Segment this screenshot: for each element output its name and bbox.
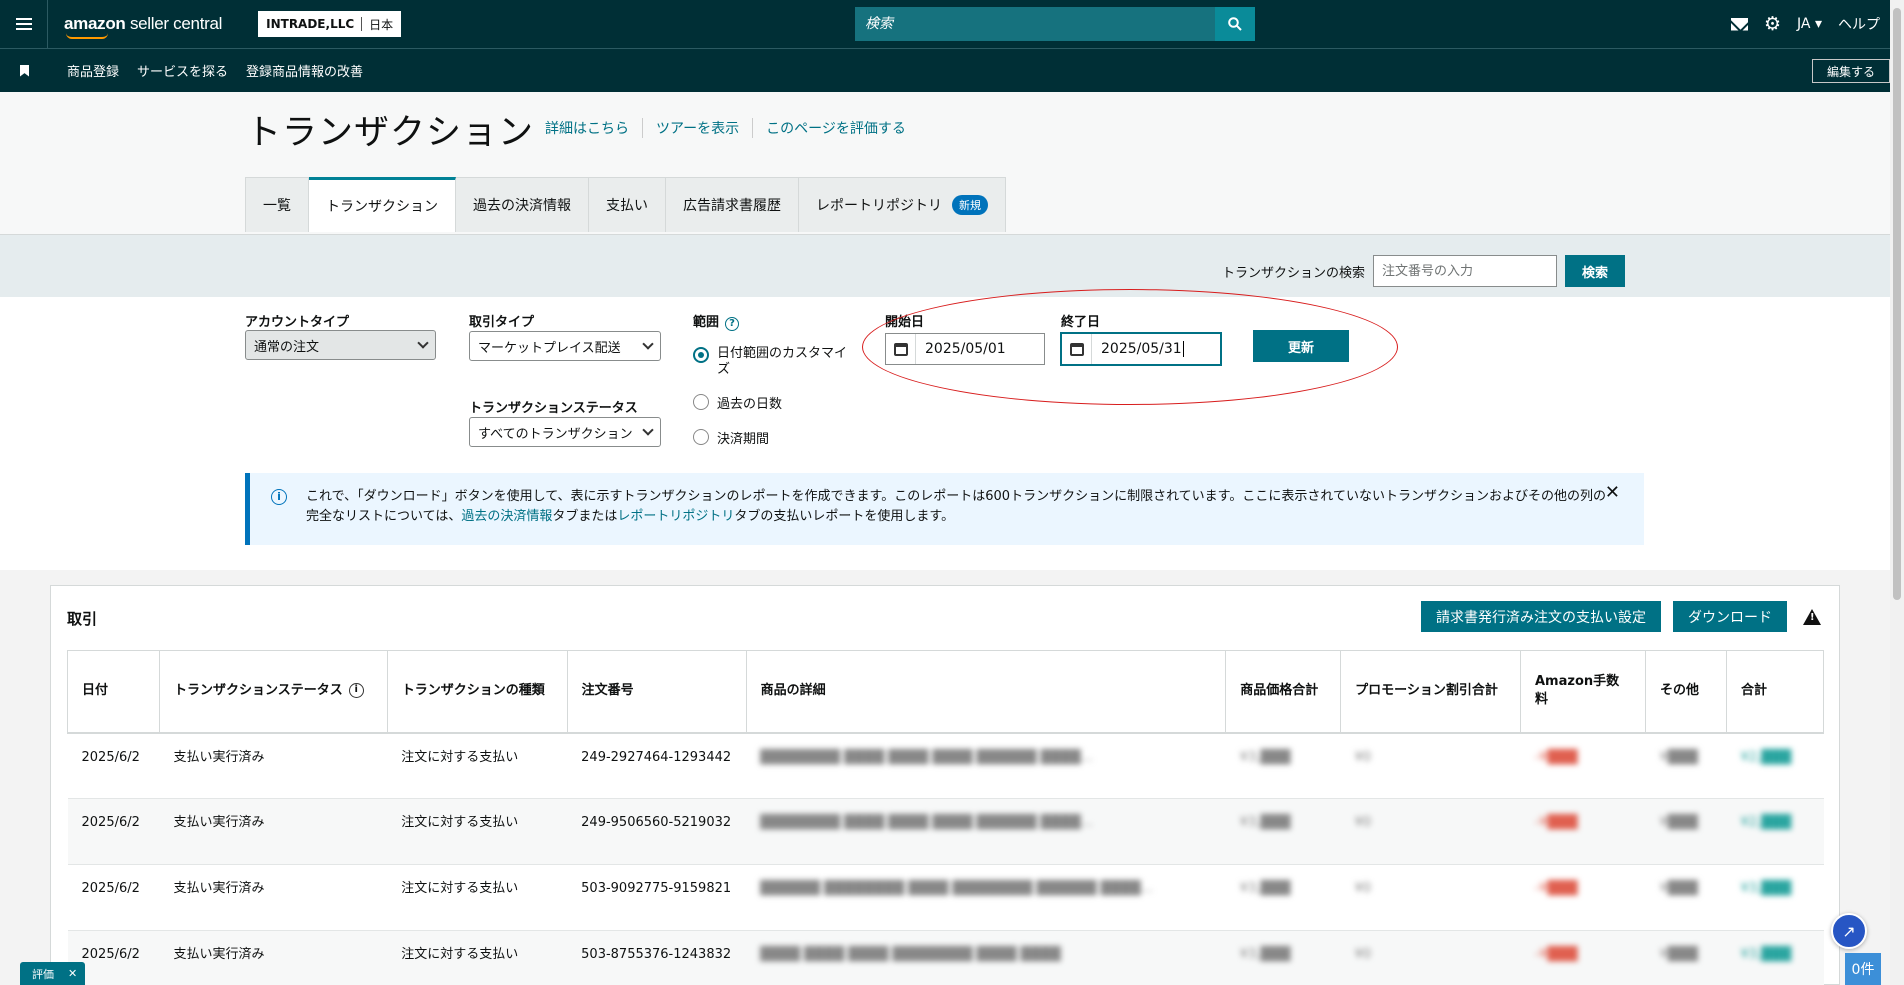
panel-title: 取引 [67,610,98,628]
new-badge: 新規 [952,195,988,215]
info-text: これで、「ダウンロード」ボタンを使用して、表に示すトランザクションのレポートを作… [306,489,1606,524]
account-type-select[interactable]: 通常の注文 [245,330,436,360]
account-name: INTRADE,LLC [266,17,355,31]
scrollbar[interactable] [1890,0,1904,985]
learn-more-link[interactable]: 詳細はこちら [545,118,642,138]
column-header-type[interactable]: トランザクションの種類 [386,650,568,734]
subnav-link-improve-listings[interactable]: 登録商品情報の改善 [246,61,363,80]
calendar-icon [893,342,908,356]
range-option-past-days[interactable]: 過去の日数 [693,393,782,412]
table-row: 2025/6/2 支払い実行済み 注文に対する支払い 249-2927464-1… [67,732,1824,799]
transaction-status-select[interactable]: すべてのトランザクション [469,417,661,447]
transaction-status-label: トランザクションステータス [469,401,638,416]
range-option-custom[interactable]: 日付範囲のカスタマイズ [693,346,853,378]
edit-bookmarks-button[interactable]: 編集する [1811,59,1890,83]
tab-summary[interactable]: 一覧 [246,178,309,232]
menu-icon[interactable] [0,0,48,48]
tab-report-repository[interactable]: レポートリポジトリ 新規 [799,178,1005,232]
warning-icon[interactable] [1803,608,1821,625]
global-search [855,7,1255,41]
help-icon[interactable]: ? [725,317,740,331]
seller-central-logo[interactable]: amazon seller central [64,14,222,39]
close-icon[interactable]: ✕ [1605,483,1620,503]
table-row: 2025/6/2 支払い実行済み 注文に対する支払い 249-9506560-5… [67,798,1824,865]
tab-ad-invoice-history[interactable]: 広告請求書履歴 [666,178,799,232]
assistant-icon[interactable]: ↗ [1831,913,1867,949]
order-number[interactable]: 503-8755376-1243832 [567,930,747,985]
tab-disbursements[interactable]: 支払い [589,178,666,232]
page-header: トランザクション 詳細はこちら ツアーを表示 このページを評価する 一覧 トラン… [0,92,1904,235]
transaction-search-label: トランザクションの検索 [1222,265,1366,281]
column-header-product-total[interactable]: 商品価格合計 [1225,650,1342,734]
column-header-status[interactable]: トランザクションステータス i [158,650,388,734]
payments-tabs: 一覧 トランザクション 過去の決済情報 支払い 広告請求書履歴 レポートリポジト… [245,177,1006,232]
transactions-table: 日付 トランザクションステータス i トランザクションの種類 注文番号 商品の詳細… [67,650,1825,985]
top-navigation-bar: amazon seller central INTRADE,LLC 日本 ⚙ J… [0,0,1904,48]
search-button[interactable] [1215,7,1255,41]
chevron-down-icon [642,424,654,436]
range-label: 範囲? [693,311,740,331]
calendar-icon [1069,342,1084,356]
gear-icon[interactable]: ⚙ [1764,14,1781,34]
column-header-promo-total[interactable]: プロモーション割引合計 [1340,650,1521,734]
report-repository-link[interactable]: レポートリポジトリ [617,509,734,524]
page-title: トランザクション [246,113,535,153]
column-header-product-details[interactable]: 商品の詳細 [745,650,1227,734]
info-icon[interactable]: i [348,683,364,699]
close-icon[interactable]: ✕ [68,967,77,980]
info-icon: i [271,489,287,505]
radio-selected-icon [693,347,709,363]
end-date-label: 終了日 [1061,315,1101,330]
column-header-date[interactable]: 日付 [67,650,160,734]
order-number-input[interactable] [1373,255,1558,287]
download-button[interactable]: ダウンロード [1673,601,1787,632]
mail-icon[interactable] [1731,17,1748,31]
rate-page-link[interactable]: このページを評価する [752,118,919,138]
subnav-link-explore-services[interactable]: サービスを探る [137,61,228,80]
chevron-down-icon [642,338,654,350]
info-banner: i これで、「ダウンロード」ボタンを使用して、表に示すトランザクションのレポート… [245,473,1644,545]
range-option-settlement-period[interactable]: 決済期間 [693,428,769,447]
marketplace-label: 日本 [369,17,394,32]
bookmark-bar: 商品登録 サービスを探る 登録商品情報の改善 編集する [0,48,1904,92]
end-date-field[interactable]: 2025/05/31 [1060,332,1222,366]
account-switcher[interactable]: INTRADE,LLC 日本 [258,11,402,37]
search-icon [1228,17,1242,31]
past-settlements-link[interactable]: 過去の決済情報 [461,509,552,524]
language-selector[interactable]: JA ▾ [1797,16,1822,32]
column-header-order-number[interactable]: 注文番号 [566,650,747,734]
bookmark-icon[interactable] [20,64,29,77]
table-row: 2025/6/2 支払い実行済み 注文に対する支払い 503-9092775-9… [67,864,1824,931]
account-type-label: アカウントタイプ [245,315,350,330]
start-date-label: 開始日 [885,315,925,330]
order-number[interactable]: 249-9506560-5219032 [567,798,747,865]
transaction-search-button[interactable]: 検索 [1565,255,1626,287]
help-link[interactable]: ヘルプ [1838,14,1880,34]
transaction-type-select[interactable]: マーケットプレイス配送 [469,331,661,361]
table-row: 2025/6/2 支払い実行済み 注文に対する支払い 503-8755376-1… [67,930,1824,985]
order-number[interactable]: 503-9092775-9159821 [567,864,747,931]
chevron-down-icon [417,337,429,349]
global-search-input[interactable] [855,7,1215,41]
column-header-total[interactable]: 合計 [1725,650,1825,734]
rate-feedback-tab[interactable]: 評価 ✕ [20,962,86,985]
transactions-panel: 取引 請求書発行済み注文の支払い設定 ダウンロード 日付 トランザクションステー… [50,585,1840,985]
column-header-amazon-fees[interactable]: Amazon手数料 [1520,650,1646,734]
order-number[interactable]: 249-2927464-1293442 [567,732,747,799]
transaction-type-label: 取引タイプ [469,315,535,330]
show-tour-link[interactable]: ツアーを表示 [642,118,752,138]
invoiced-order-payment-settings-button[interactable]: 請求書発行済み注文の支払い設定 [1421,601,1661,632]
update-button[interactable]: 更新 [1253,330,1349,362]
count-badge[interactable]: 0件 [1845,953,1881,985]
tab-transactions[interactable]: トランザクション [309,177,456,232]
subnav-link-add-product[interactable]: 商品登録 [67,61,119,80]
column-header-other[interactable]: その他 [1644,650,1727,734]
start-date-field[interactable]: 2025/05/01 [885,333,1045,365]
tab-past-settlements[interactable]: 過去の決済情報 [456,178,589,232]
transaction-search-band: トランザクションの検索 検索 [0,235,1904,297]
